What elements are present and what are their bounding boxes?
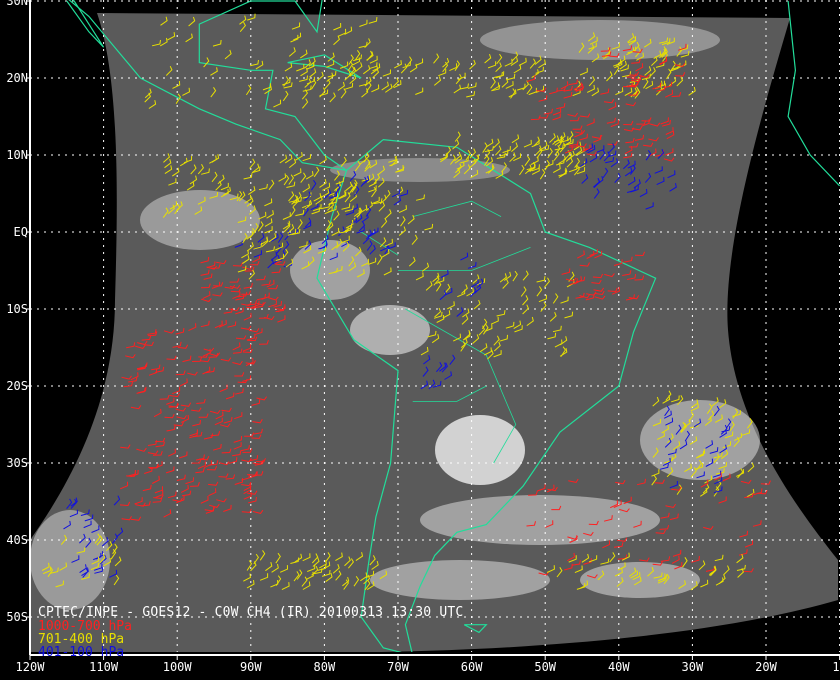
lon-label: 30W <box>681 660 704 674</box>
lon-label: 100W <box>162 660 192 674</box>
coastline-baja <box>66 0 105 48</box>
lon-label: 50W <box>534 660 557 674</box>
axis-strip <box>0 652 840 680</box>
lon-label: 20W <box>755 660 777 674</box>
cloud <box>290 240 370 300</box>
lon-label: 40W <box>607 660 630 674</box>
lon-label: 60W <box>460 660 483 674</box>
lat-label: EQ <box>13 225 28 239</box>
lon-label: 80W <box>313 660 336 674</box>
lon-label: 10 <box>832 660 840 674</box>
lat-label: 20S <box>6 379 28 393</box>
lat-label: 10N <box>6 148 28 162</box>
lon-label: 120W <box>15 660 45 674</box>
lat-label: 30S <box>6 456 28 470</box>
lon-label: 110W <box>89 660 119 674</box>
lat-label: 20N <box>6 71 28 85</box>
satellite-map <box>0 0 840 680</box>
lat-label: 30N <box>6 0 28 8</box>
legend-high-level: 401-100 hPa <box>38 645 125 660</box>
cloud <box>420 495 660 545</box>
cloud <box>480 20 720 60</box>
cloud <box>350 305 430 355</box>
coastline-africa <box>787 0 840 187</box>
lon-label: 90W <box>239 660 262 674</box>
lon-label: 70W <box>387 660 409 674</box>
lat-label: 40S <box>6 533 28 547</box>
lat-label: 10S <box>6 302 28 316</box>
lat-label: 50S <box>6 610 28 624</box>
cloud <box>370 560 550 600</box>
image-title: CPTEC/INPE - GOES12 - C0W CH4 (IR) 20100… <box>38 605 464 620</box>
cloud <box>435 415 525 485</box>
